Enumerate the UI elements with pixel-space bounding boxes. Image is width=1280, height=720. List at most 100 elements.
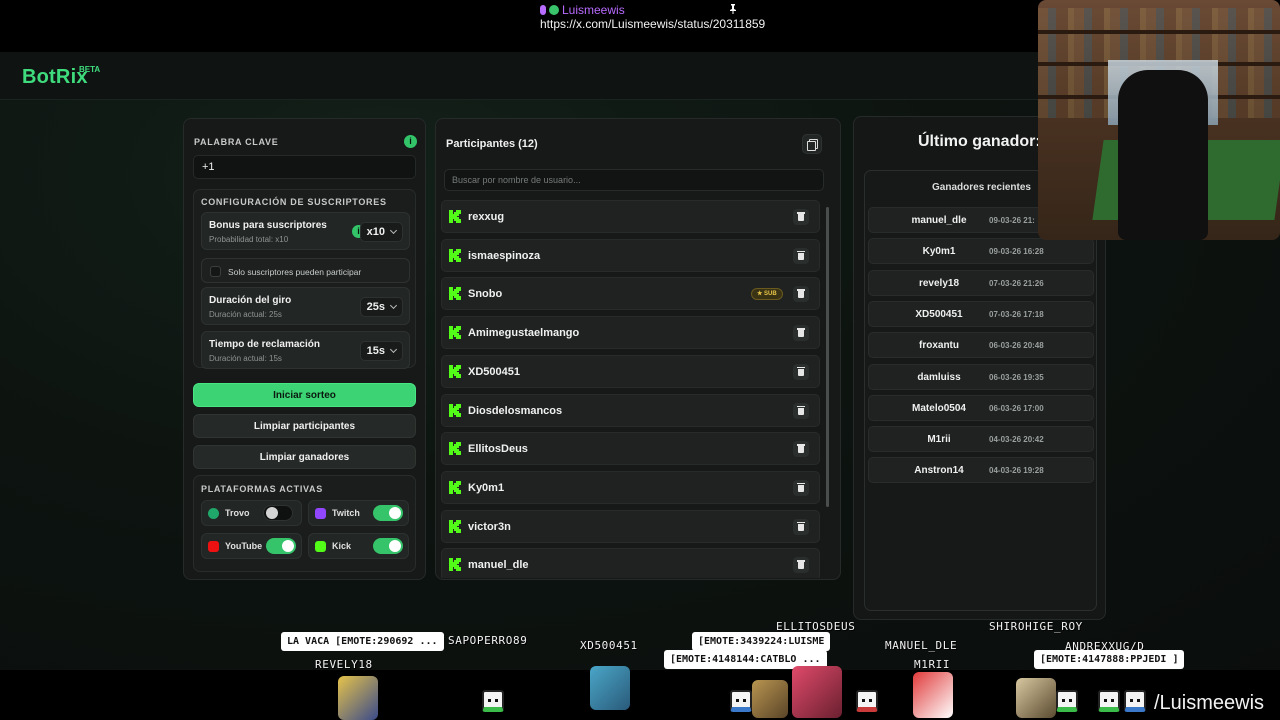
participant-row[interactable]: ismaespinoza	[441, 238, 820, 272]
chevron-down-icon	[389, 301, 398, 310]
kick-icon	[449, 364, 461, 378]
participant-row[interactable]: rexxug	[441, 200, 820, 233]
trovo-toggle[interactable]	[263, 505, 293, 521]
subscriber-config-card: CONFIGURACIÓN DE SUSCRIPTORES Bonus para…	[193, 189, 416, 369]
kick-toggle[interactable]	[373, 538, 403, 554]
verified-icon	[549, 5, 559, 15]
delete-icon[interactable]	[793, 325, 809, 342]
winner-date: 04-03-26 19:28	[989, 466, 1044, 476]
chevron-down-icon	[389, 345, 398, 354]
platform-trovo-label: Trovo	[225, 508, 250, 518]
clear-winners-button[interactable]: Limpiar ganadores	[193, 445, 416, 469]
brand-logo[interactable]: BotRix	[22, 66, 88, 89]
info-icon[interactable]: i	[404, 135, 417, 148]
youtube-toggle[interactable]	[266, 538, 296, 554]
platform-twitch-label: Twitch	[332, 508, 360, 518]
winner-row: M1rii 04-03-26 20:42	[868, 426, 1094, 453]
start-giveaway-button[interactable]: Iniciar sorteo	[193, 383, 416, 407]
winner-row: Matelo0504 06-03-26 17:00	[868, 394, 1094, 421]
participant-name: XD500451	[468, 365, 520, 378]
winner-date: 06-03-26 20:48	[989, 341, 1044, 351]
bonus-select[interactable]: x10	[359, 222, 403, 242]
participant-row[interactable]: Amimegustaelmango	[441, 316, 820, 350]
participant-row[interactable]: EllitosDeus	[441, 432, 820, 466]
spin-duration-select[interactable]: 25s	[359, 297, 403, 317]
participant-name: Diosdelosmancos	[468, 404, 563, 417]
kick-icon	[449, 519, 461, 533]
participant-row[interactable]: Ky0m1	[441, 470, 820, 504]
chat-avatar-sprite	[1098, 690, 1120, 712]
chat-avatar-sprite	[482, 690, 504, 712]
participant-row[interactable]: manuel_dle	[441, 548, 820, 578]
kick-icon	[449, 442, 461, 456]
spin-duration-subtitle: Duración actual: 25s	[209, 310, 282, 319]
kick-icon	[449, 248, 461, 262]
platform-kick-label: Kick	[332, 541, 352, 551]
winner-name: Ky0m1	[922, 246, 956, 258]
spin-duration-title: Duración del giro	[209, 295, 292, 306]
clear-participants-button[interactable]: Limpiar participantes	[193, 414, 416, 438]
spin-duration-row: Duración del giro Duración actual: 25s 2…	[201, 287, 410, 325]
kick-icon	[449, 287, 461, 301]
keyword-input[interactable]: +1	[193, 155, 416, 179]
webcam-feed	[1038, 0, 1280, 240]
delete-icon[interactable]	[793, 557, 809, 574]
platform-twitch: Twitch	[308, 500, 409, 526]
participant-row[interactable]: Diosdelosmancos	[441, 393, 820, 427]
subs-only-row[interactable]: Solo suscriptores pueden participar	[201, 258, 410, 283]
winner-name: damluiss	[917, 371, 961, 383]
bonus-value: x10	[366, 226, 385, 238]
claim-time-row: Tiempo de reclamación Duración actual: 1…	[201, 331, 410, 369]
channel-handle: /Luismeewis	[1154, 692, 1265, 714]
chat-bubble: LA VACA [EMOTE:290692 ...	[281, 632, 444, 651]
participant-search-input[interactable]	[444, 169, 824, 191]
chat-username: M1RII	[914, 658, 951, 671]
delete-icon[interactable]	[793, 441, 809, 458]
kick-icon	[449, 326, 461, 340]
participant-name: manuel_dle	[468, 559, 529, 572]
participant-name: EllitosDeus	[468, 443, 528, 456]
participant-row[interactable]: XD500451	[441, 354, 820, 388]
pinned-url: https://x.com/Luismeewis/status/20311859	[540, 17, 766, 31]
participant-name: Amimegustaelmango	[468, 327, 580, 340]
winner-row: Ky0m1 09-03-26 16:28	[868, 238, 1094, 265]
participant-row[interactable]: victor3n	[441, 509, 820, 543]
chat-avatar-sprite	[856, 690, 878, 712]
kick-icon	[449, 558, 461, 572]
beta-badge: BETA	[79, 65, 101, 74]
delete-icon[interactable]	[793, 518, 809, 535]
chat-avatar-sprite	[1124, 690, 1146, 712]
participant-scrollbar[interactable]	[826, 197, 830, 573]
keyword-label: PALABRA CLAVE	[194, 137, 279, 147]
copy-icon[interactable]	[802, 134, 822, 154]
delete-icon[interactable]	[793, 247, 809, 264]
twitch-toggle[interactable]	[373, 505, 403, 521]
chat-avatar-sprite	[1056, 690, 1078, 712]
chat-username: XD500451	[580, 639, 638, 652]
winner-date: 06-03-26 19:35	[989, 372, 1044, 382]
chat-avatars-overlay: LA VACA [EMOTE:290692 ... REVELY18 SAPOP…	[0, 600, 1280, 720]
chevron-down-icon	[389, 226, 398, 235]
claim-time-select[interactable]: 15s	[359, 341, 403, 361]
kick-icon	[315, 541, 326, 552]
twitch-icon	[315, 508, 326, 519]
winner-date: 07-03-26 21:26	[989, 278, 1044, 288]
delete-icon[interactable]	[793, 209, 809, 225]
platform-youtube-label: YouTube	[225, 541, 263, 551]
chat-username: SAPOPERRO89	[448, 634, 528, 647]
delete-icon[interactable]	[793, 363, 809, 380]
active-platforms-card: PLATAFORMAS ACTIVAS Trovo Twitch YouTube…	[193, 475, 416, 572]
delete-icon[interactable]	[793, 286, 809, 303]
giveaway-settings-panel: PALABRA CLAVE i +1 CONFIGURACIÓN DE SUSC…	[183, 118, 426, 580]
participant-list: rexxug ismaespinoza Snobo ★ SUB Amimegustael…	[441, 200, 821, 578]
participant-row[interactable]: Snobo ★ SUB	[441, 277, 820, 311]
delete-icon[interactable]	[793, 479, 809, 496]
delete-icon[interactable]	[793, 402, 809, 419]
participant-name: Ky0m1	[468, 481, 505, 494]
winner-name: XD500451	[915, 308, 963, 320]
platform-kick: Kick	[308, 533, 409, 559]
youtube-icon	[208, 541, 219, 552]
subs-only-checkbox[interactable]	[210, 266, 221, 277]
sub-badge: ★ SUB	[751, 288, 783, 301]
chat-avatar-character	[913, 672, 953, 718]
